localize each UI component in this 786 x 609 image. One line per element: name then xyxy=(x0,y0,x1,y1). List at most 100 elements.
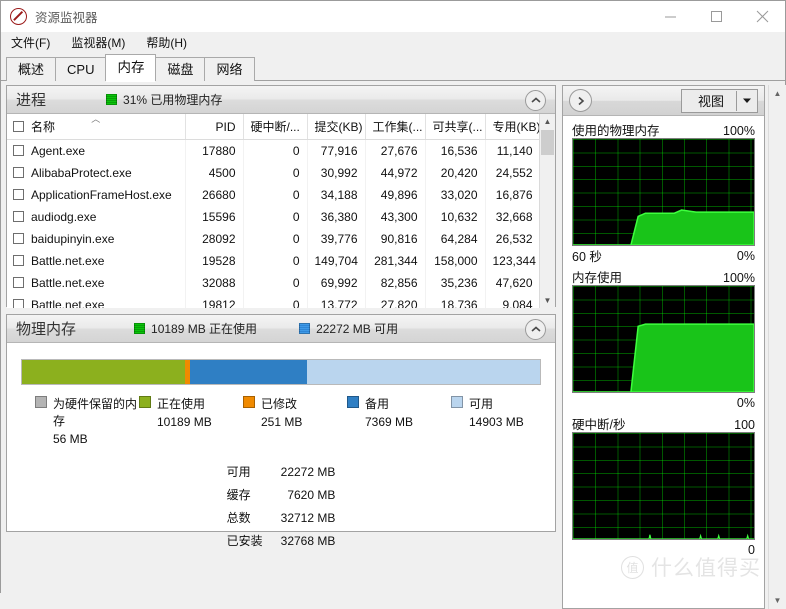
column-header-pid[interactable]: PID xyxy=(185,114,244,140)
physical-memory-panel: 物理内存 10189 MB 正在使用 22272 MB 可用 为硬件保留的内存 … xyxy=(6,314,556,548)
graph-panel-header: 视图 xyxy=(563,86,764,116)
chevron-down-icon[interactable] xyxy=(736,90,757,111)
row-checkbox[interactable] xyxy=(13,167,24,178)
physical-memory-title: 物理内存 xyxy=(16,321,77,338)
summary-row-available: 可用 22272 MB xyxy=(227,460,336,483)
table-row[interactable]: Agent.exe 17880 0 77,916 27,676 16,536 1… xyxy=(7,139,541,162)
physical-memory-panel-header[interactable]: 物理内存 10189 MB 正在使用 22272 MB 可用 xyxy=(7,315,555,343)
graph-title: 内存使用 xyxy=(572,271,623,285)
chevron-right-icon[interactable] xyxy=(569,89,592,112)
row-checkbox[interactable] xyxy=(13,277,24,288)
scrollbar-thumb[interactable] xyxy=(541,130,554,155)
scroll-down-icon[interactable]: ▼ xyxy=(540,293,555,308)
row-checkbox[interactable] xyxy=(13,233,24,244)
graph-plot-area xyxy=(572,432,755,540)
tab-overview[interactable]: 概述 xyxy=(6,57,57,81)
process-working-set-cell: 44,972 xyxy=(365,162,426,184)
process-pid-cell: 4500 xyxy=(185,162,244,184)
menu-item-help[interactable]: 帮助(H) xyxy=(144,33,189,52)
process-private-cell: 24,552 xyxy=(485,162,541,184)
graph-panel: 视图 使用的物理内存 100% 60 秒 0% 内存使用 100% 0% 硬中断… xyxy=(562,85,765,609)
column-header-working-set[interactable]: 工作集(... xyxy=(365,114,426,140)
table-row[interactable]: Battle.net.exe 32088 0 69,992 82,856 35,… xyxy=(7,272,541,294)
free-swatch-icon xyxy=(451,396,463,408)
summary-row-total: 总数 32712 MB xyxy=(227,506,336,529)
process-name-cell[interactable]: Battle.net.exe xyxy=(7,272,186,294)
process-name-cell[interactable]: audiodg.exe xyxy=(7,206,186,228)
physical-memory-collapse-button[interactable] xyxy=(525,319,546,340)
summary-row-installed: 已安装 32768 MB xyxy=(227,529,336,552)
menu-bar: 文件(F) 监视器(M) 帮助(H) xyxy=(1,32,785,53)
table-row[interactable]: Battle.net.exe 19812 0 13,772 27,820 18,… xyxy=(7,294,541,308)
menu-item-file[interactable]: 文件(F) xyxy=(9,33,52,52)
column-header-commit[interactable]: 提交(KB) xyxy=(307,114,366,140)
memory-legend: 为硬件保留的内存 56 MB 正在使用 10189 MB 已修改 251 MB … xyxy=(35,395,555,446)
row-checkbox[interactable] xyxy=(13,189,24,200)
process-pid-cell: 19528 xyxy=(185,250,244,272)
scroll-down-icon[interactable]: ▼ xyxy=(769,592,786,609)
processes-scrollbar[interactable]: ▲ ▼ xyxy=(539,114,555,308)
process-private-cell: 11,140 xyxy=(485,139,541,162)
scroll-up-icon[interactable]: ▲ xyxy=(769,85,786,102)
window-controls xyxy=(647,1,785,32)
column-header-shareable[interactable]: 可共享(... xyxy=(425,114,486,140)
processes-title: 进程 xyxy=(16,92,47,109)
graph-ymin-label: 0 xyxy=(748,542,755,557)
legend-label: 可用 xyxy=(469,397,494,411)
select-all-checkbox[interactable] xyxy=(13,121,24,132)
row-checkbox[interactable] xyxy=(13,211,24,222)
summary-row-cached: 缓存 7620 MB xyxy=(227,483,336,506)
tab-cpu[interactable]: CPU xyxy=(55,57,107,81)
summary-value: 7620 MB xyxy=(287,487,336,502)
process-shareable-cell: 20,420 xyxy=(425,162,486,184)
processes-panel-header[interactable]: 进程 31% 已用物理内存 xyxy=(7,86,555,114)
column-header-private[interactable]: 专用(KB) xyxy=(485,114,541,140)
process-name-cell[interactable]: ApplicationFrameHost.exe xyxy=(7,184,186,206)
hardware-reserved-swatch-icon xyxy=(35,396,47,408)
process-hard-faults-cell: 0 xyxy=(243,272,308,294)
legend-label: 已修改 xyxy=(261,397,298,411)
process-working-set-cell: 82,856 xyxy=(365,272,426,294)
window-scrollbar[interactable]: ▲ ▼ xyxy=(768,85,786,609)
process-commit-cell: 13,772 xyxy=(307,294,366,308)
maximize-button[interactable] xyxy=(693,1,739,32)
tab-content-memory: 进程 31% 已用物理内存 名称 ︿ PID 硬中断/... 提交(KB) 工作… xyxy=(1,81,786,609)
process-shareable-cell: 33,020 xyxy=(425,184,486,206)
table-row[interactable]: ApplicationFrameHost.exe 26680 0 34,188 … xyxy=(7,184,541,206)
graph-ymax-label: 100 xyxy=(734,418,755,432)
row-checkbox[interactable] xyxy=(13,145,24,156)
processes-collapse-button[interactable] xyxy=(525,90,546,111)
tab-network[interactable]: 网络 xyxy=(204,57,255,81)
graph-list: 使用的物理内存 100% 60 秒 0% 内存使用 100% 0% 硬中断/秒 … xyxy=(563,116,764,608)
table-row[interactable]: baidupinyin.exe 28092 0 39,776 90,816 64… xyxy=(7,228,541,250)
table-row[interactable]: AlibabaProtect.exe 4500 0 30,992 44,972 … xyxy=(7,162,541,184)
tab-disk[interactable]: 磁盘 xyxy=(155,57,206,81)
table-row[interactable]: Battle.net.exe 19528 0 149,704 281,344 1… xyxy=(7,250,541,272)
row-checkbox[interactable] xyxy=(13,299,24,308)
minimize-button[interactable] xyxy=(647,1,693,32)
scroll-up-icon[interactable]: ▲ xyxy=(540,114,555,129)
graph-ymin-label: 0% xyxy=(736,248,755,263)
table-row[interactable]: audiodg.exe 15596 0 36,380 43,300 10,632… xyxy=(7,206,541,228)
process-name-cell[interactable]: Battle.net.exe xyxy=(7,250,186,272)
graph-series-line xyxy=(573,433,754,539)
process-hard-faults-cell: 0 xyxy=(243,294,308,308)
process-commit-cell: 149,704 xyxy=(307,250,366,272)
process-name-cell[interactable]: baidupinyin.exe xyxy=(7,228,186,250)
process-name-cell[interactable]: Agent.exe xyxy=(7,139,186,162)
legend-value: 14903 MB xyxy=(469,415,524,429)
tab-memory[interactable]: 内存 xyxy=(105,54,157,82)
close-button[interactable] xyxy=(739,1,785,32)
row-checkbox[interactable] xyxy=(13,255,24,266)
view-dropdown[interactable]: 视图 xyxy=(680,88,758,113)
graph-ymin-label: 0% xyxy=(736,395,755,410)
process-name-cell[interactable]: AlibabaProtect.exe xyxy=(7,162,186,184)
process-private-cell: 26,532 xyxy=(485,228,541,250)
scrollbar-track[interactable] xyxy=(769,102,786,592)
column-header-hard-faults[interactable]: 硬中断/... xyxy=(243,114,308,140)
menu-item-monitor[interactable]: 监视器(M) xyxy=(69,33,127,52)
process-name-cell[interactable]: Battle.net.exe xyxy=(7,294,186,308)
legend-label: 为硬件保留的内存 xyxy=(53,397,138,428)
column-header-name[interactable]: 名称 ︿ xyxy=(7,114,186,140)
standby-swatch-icon xyxy=(347,396,359,408)
